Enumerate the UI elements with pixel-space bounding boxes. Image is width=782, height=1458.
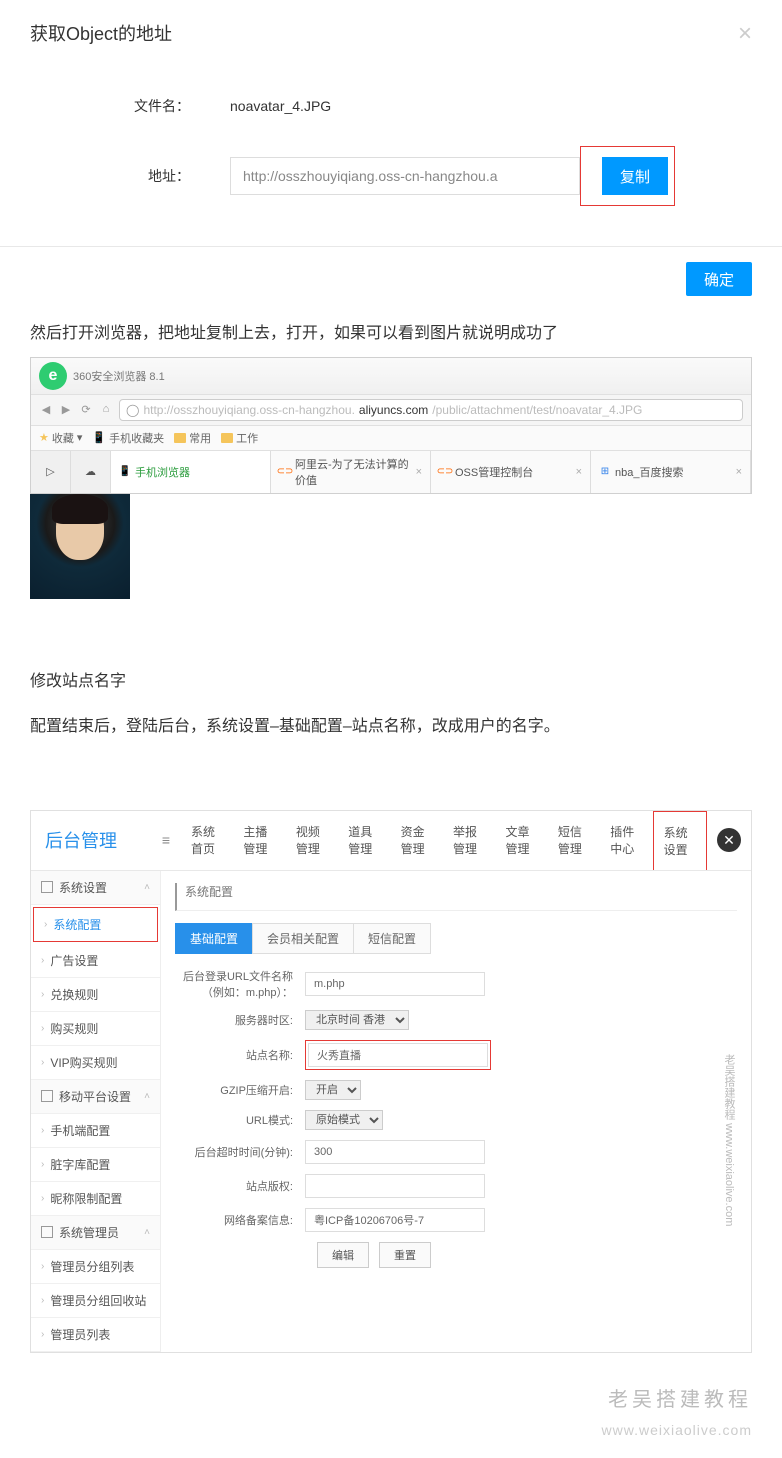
close-circle-icon[interactable]: ✕ <box>717 828 741 852</box>
refresh-icon[interactable]: ⟳ <box>79 403 93 417</box>
nav-item[interactable]: 短信管理 <box>548 811 600 870</box>
watermark: 老吴搭建教程 www.weixiaolive.com <box>721 1054 737 1226</box>
config-label: 后台登录URL文件名称（例如：m.php）： <box>175 968 305 1000</box>
reset-button[interactable]: 重置 <box>379 1242 431 1268</box>
home-icon[interactable]: ⌂ <box>99 403 113 417</box>
watermark-footer-en: www.weixiaolive.com <box>0 1422 782 1458</box>
config-input[interactable] <box>305 1140 485 1164</box>
config-label: 后台超时时间(分钟): <box>175 1144 305 1160</box>
tab[interactable]: ⊂⊃OSS管理控制台× <box>431 451 591 493</box>
config-label: GZIP压缩开启: <box>175 1082 305 1098</box>
nav-item[interactable]: 举报管理 <box>443 811 495 870</box>
nav-item[interactable]: 资金管理 <box>391 811 443 870</box>
close-icon[interactable]: × <box>736 466 742 478</box>
globe-icon: ◯ <box>126 403 139 417</box>
nav-item[interactable]: 视频管理 <box>286 811 338 870</box>
sub-tab[interactable]: 短信配置 <box>353 923 431 954</box>
tab[interactable]: ⊞nba_百度搜索× <box>591 451 751 493</box>
nav-item[interactable]: 插件中心 <box>600 811 652 870</box>
sidebar-item[interactable]: ›管理员列表 <box>31 1318 160 1352</box>
sidebar-item[interactable]: ›管理员分组回收站 <box>31 1284 160 1318</box>
chevron-up-icon: ˄ <box>144 882 150 893</box>
close-icon[interactable]: × <box>738 20 752 48</box>
breadcrumb: 系统配置 <box>175 883 737 911</box>
bookmark-item[interactable]: 常用 <box>174 430 211 446</box>
nav-item[interactable]: 文章管理 <box>495 811 547 870</box>
sidebar: 系统设置˄ ›系统配置 ›广告设置 ›兑换规则 ›购买规则 ›VIP购买规则 移… <box>31 871 161 1352</box>
chevron-right-icon: › <box>44 919 47 930</box>
filename-value: noavatar_4.JPG <box>230 98 331 114</box>
url-input[interactable] <box>230 157 580 195</box>
sidebar-item-active[interactable]: ›系统配置 <box>33 907 158 942</box>
browser-screenshot: e 360安全浏览器 8.1 ◀ ▶ ⟳ ⌂ ◯ http://osszhouy… <box>30 357 752 494</box>
config-label: 站点名称: <box>175 1047 305 1063</box>
config-label: 站点版权: <box>175 1178 305 1194</box>
sidebar-group[interactable]: 系统设置˄ <box>31 871 160 905</box>
instruction-text-2: 配置结束后，登陆后台，系统设置–基础配置–站点名称，改成用户的名字。 <box>0 704 782 750</box>
config-select[interactable]: 原始模式 <box>305 1110 383 1130</box>
folder-icon <box>174 433 186 443</box>
nav-item[interactable]: 道具管理 <box>338 811 390 870</box>
config-input[interactable] <box>305 972 485 996</box>
section-heading: 修改站点名字 <box>0 659 782 705</box>
back-icon[interactable]: ◀ <box>39 403 53 417</box>
config-input[interactable] <box>305 1174 485 1198</box>
nav-item[interactable]: 系统首页 <box>181 811 233 870</box>
list-icon <box>41 881 53 893</box>
modal-title: 获取Object的地址 <box>30 20 752 46</box>
top-nav: 系统首页 主播管理 视频管理 道具管理 资金管理 举报管理 文章管理 短信管理 … <box>181 811 707 870</box>
copy-button[interactable]: 复制 <box>602 157 668 195</box>
config-input[interactable] <box>305 1208 485 1232</box>
sidebar-item[interactable]: ›VIP购买规则 <box>31 1046 160 1080</box>
close-icon[interactable]: × <box>576 466 582 478</box>
address-bar[interactable]: ◯ http://osszhouyiqiang.oss-cn-hangzhou.… <box>119 399 743 421</box>
sidebar-item[interactable]: ›昵称限制配置 <box>31 1182 160 1216</box>
folder-icon <box>221 433 233 443</box>
config-label: URL模式: <box>175 1112 305 1128</box>
sub-tab[interactable]: 会员相关配置 <box>252 923 354 954</box>
tab[interactable]: ⊂⊃阿里云-为了无法计算的价值× <box>271 451 431 493</box>
admin-logo: 后台管理 <box>31 817 151 863</box>
avatar-photo <box>30 494 130 599</box>
sub-tab-active[interactable]: 基础配置 <box>175 923 253 954</box>
tab-control[interactable]: ▷ <box>31 451 71 493</box>
address-label: 地址： <box>110 166 190 186</box>
sidebar-group[interactable]: 系统管理员˄ <box>31 1216 160 1250</box>
nav-item-active[interactable]: 系统设置 <box>653 811 707 870</box>
browser-logo-icon: e <box>39 362 67 390</box>
sidebar-item[interactable]: ›脏字库配置 <box>31 1148 160 1182</box>
config-select[interactable]: 开启 <box>305 1080 361 1100</box>
edit-button[interactable]: 编辑 <box>317 1242 369 1268</box>
nav-item[interactable]: 主播管理 <box>233 811 285 870</box>
sidebar-item[interactable]: ›广告设置 <box>31 944 160 978</box>
sitename-input[interactable] <box>308 1043 488 1067</box>
confirm-button[interactable]: 确定 <box>686 262 752 296</box>
tab[interactable]: 📱手机浏览器 <box>111 451 271 493</box>
sidebar-item[interactable]: ›管理员分组列表 <box>31 1250 160 1284</box>
star-icon: ★ <box>39 431 49 444</box>
bookmark-item[interactable]: 📱手机收藏夹 <box>92 430 164 446</box>
forward-icon[interactable]: ▶ <box>59 403 73 417</box>
bookmark-item[interactable]: 工作 <box>221 430 258 446</box>
instruction-text-1: 然后打开浏览器，把地址复制上去，打开，如果可以看到图片就说明成功了 <box>0 311 782 357</box>
sidebar-item[interactable]: ›购买规则 <box>31 1012 160 1046</box>
menu-icon[interactable]: ≡ <box>151 832 181 848</box>
tab-control[interactable]: ☁ <box>71 451 111 493</box>
admin-screenshot: 老吴搭建教程 www.weixiaolive.com 后台管理 ≡ 系统首页 主… <box>30 810 752 1353</box>
sidebar-item[interactable]: ›手机端配置 <box>31 1114 160 1148</box>
browser-product: 360安全浏览器 8.1 <box>73 368 165 384</box>
close-icon[interactable]: × <box>416 466 422 478</box>
config-label: 服务器时区: <box>175 1012 305 1028</box>
sidebar-group[interactable]: 移动平台设置˄ <box>31 1080 160 1114</box>
watermark-footer-cn: 老吴搭建教程 <box>0 1373 782 1422</box>
filename-label: 文件名： <box>110 96 190 116</box>
config-label: 网络备案信息: <box>175 1212 305 1228</box>
config-select[interactable]: 北京时间 香港 <box>305 1010 409 1030</box>
sidebar-item[interactable]: ›兑换规则 <box>31 978 160 1012</box>
